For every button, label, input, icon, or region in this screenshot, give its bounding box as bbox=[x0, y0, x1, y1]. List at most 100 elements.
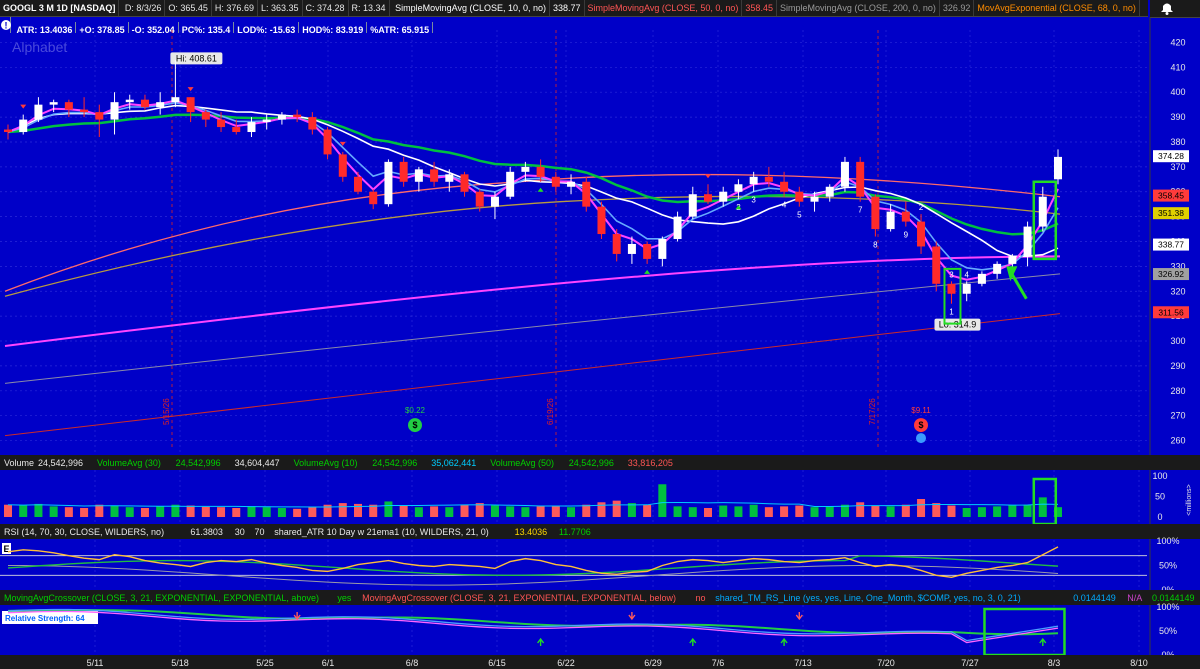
volume-bar bbox=[597, 502, 606, 517]
buy-arrow bbox=[537, 187, 544, 192]
volume-bar bbox=[506, 506, 515, 517]
rs-tick-label: 100% bbox=[1156, 602, 1179, 612]
volume-bar bbox=[399, 505, 408, 517]
pane-header-item: shared_TM_RS_Line (yes, yes, Line, One_M… bbox=[715, 593, 1021, 603]
price-tick-label: 270 bbox=[1170, 411, 1185, 421]
ema-short-magenta bbox=[7, 99, 1059, 281]
candle-body bbox=[80, 109, 89, 113]
sma10-line bbox=[7, 104, 1059, 258]
pane-header-item: MovingAvgCrossover (CLOSE, 3, 21, EXPONE… bbox=[4, 593, 319, 603]
time-axis-label: 8/10 bbox=[1130, 658, 1148, 668]
candle-body bbox=[947, 283, 956, 294]
volume-bar bbox=[688, 507, 697, 517]
candle-body bbox=[856, 161, 865, 197]
volume-bar bbox=[19, 505, 28, 517]
count-label: 4 bbox=[782, 201, 787, 210]
volume-bar bbox=[704, 508, 712, 517]
time-axis-label: 7/13 bbox=[794, 658, 812, 668]
volume-bar bbox=[643, 504, 652, 517]
volume-bar bbox=[947, 505, 956, 517]
dividend-icon-glyph: $ bbox=[412, 420, 417, 430]
volume-tick-label: 0 bbox=[1157, 512, 1162, 522]
candle-body bbox=[886, 211, 895, 230]
sell-arrow bbox=[187, 87, 194, 92]
rs-buy-arrow bbox=[689, 637, 697, 646]
sma-long-red bbox=[4, 313, 1061, 437]
candle-body bbox=[551, 176, 560, 187]
earnings-date-label: 6/19/26 bbox=[546, 398, 555, 425]
volume-bar bbox=[445, 507, 454, 517]
price-marker-label: 326.92 bbox=[1158, 269, 1184, 279]
volume-bar bbox=[612, 500, 621, 517]
candle-body bbox=[627, 243, 636, 254]
pane-header-item: N/A bbox=[1127, 593, 1142, 603]
pane-header-item: VolumeAvg (50) bbox=[490, 458, 554, 468]
price-tick-label: 300 bbox=[1170, 336, 1185, 346]
pane-header-item: MovingAvgCrossover (CLOSE, 3, 21, EXPONE… bbox=[362, 593, 676, 603]
volume-bar bbox=[1038, 497, 1047, 517]
pane-header-item: 33,816,205 bbox=[628, 458, 673, 468]
pane-header-item: 61.3803 bbox=[190, 527, 223, 537]
ema68-line bbox=[4, 195, 1061, 297]
time-axis-label: 5/18 bbox=[171, 658, 189, 668]
volume-bar bbox=[901, 504, 910, 517]
candle-body bbox=[430, 169, 439, 182]
candle-body bbox=[201, 112, 210, 120]
volume-bar bbox=[993, 506, 1002, 517]
candle-body bbox=[338, 154, 347, 177]
price-marker-label: 311.56 bbox=[1158, 307, 1184, 317]
pane-header-item: RSI (14, 70, 30, CLOSE, WILDERS, no) bbox=[4, 527, 164, 537]
volume-bar bbox=[673, 506, 682, 517]
candle-body bbox=[354, 176, 362, 192]
price-tick-label: 370 bbox=[1170, 162, 1185, 172]
volume-bar bbox=[156, 506, 165, 517]
pane-header-item: 13.4036 bbox=[515, 527, 548, 537]
candle-body bbox=[962, 283, 971, 294]
candle-body bbox=[95, 112, 104, 120]
pane-header-item: VolumeAvg (30) bbox=[97, 458, 161, 468]
watermark: Alphabet bbox=[12, 39, 67, 55]
chart-canvas[interactable]: 4204104003903803703603503403303203103002… bbox=[0, 0, 1200, 669]
candle-body bbox=[704, 194, 712, 202]
volume-bar bbox=[658, 484, 667, 517]
pane-header-item: VolumeAvg (10) bbox=[294, 458, 358, 468]
volume-bar bbox=[460, 504, 469, 517]
price-tick-label: 280 bbox=[1170, 386, 1185, 396]
volume-bar bbox=[338, 503, 347, 517]
candle-body bbox=[840, 161, 849, 187]
candle-body bbox=[643, 243, 652, 259]
candle-body bbox=[186, 97, 195, 113]
time-axis-label: 8/3 bbox=[1048, 658, 1061, 668]
candle-body bbox=[247, 122, 256, 133]
price-tick-label: 320 bbox=[1170, 286, 1185, 296]
dividend-value: $0.22 bbox=[405, 406, 426, 415]
candle-body bbox=[217, 119, 226, 128]
volume-bar bbox=[536, 506, 545, 517]
price-tick-label: 420 bbox=[1170, 37, 1185, 47]
pane-header-item: 24,542,996 bbox=[176, 458, 221, 468]
pane-header-item: yes bbox=[337, 593, 352, 603]
volume-bar bbox=[780, 506, 789, 517]
candle-body bbox=[156, 102, 165, 108]
candle-body bbox=[460, 174, 469, 192]
volume-bar bbox=[34, 503, 43, 517]
earnings-date-label: 7/17/26 bbox=[868, 398, 877, 425]
volume-bar bbox=[4, 504, 12, 517]
volume-bar bbox=[551, 505, 560, 517]
count-label: 4 bbox=[964, 270, 969, 279]
price-tick-label: 400 bbox=[1170, 87, 1185, 97]
candle-body bbox=[64, 102, 73, 110]
count-label: 9 bbox=[904, 231, 909, 240]
candle-body bbox=[4, 129, 12, 133]
rs-sell-arrow bbox=[795, 612, 803, 621]
candle-body bbox=[658, 239, 667, 259]
rsi-tick-label: 100% bbox=[1156, 536, 1179, 546]
buy-arrow bbox=[644, 269, 651, 274]
candle-body bbox=[369, 191, 378, 205]
volume-bar bbox=[810, 507, 819, 517]
candle-body bbox=[567, 181, 576, 187]
rsi-badge: E bbox=[3, 544, 9, 554]
count-label: 3 bbox=[949, 270, 954, 279]
candle-body bbox=[19, 119, 28, 133]
volume-bar bbox=[414, 507, 423, 517]
